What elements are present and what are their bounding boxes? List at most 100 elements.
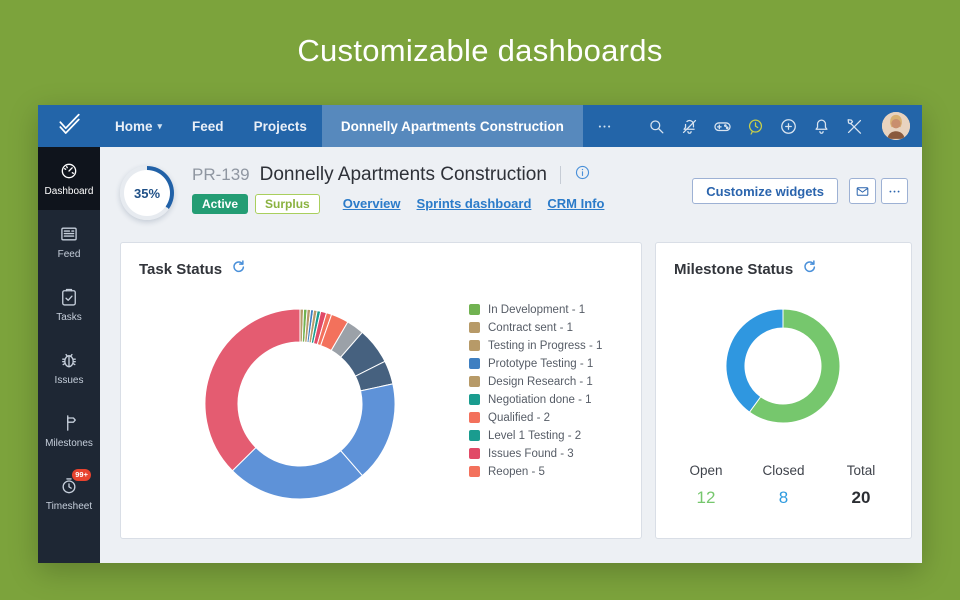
screenshot-stage: Customizable dashboards Home▾FeedProject… [0,0,960,600]
sidebar-item-tasks[interactable]: Tasks [38,273,100,336]
nav-item-feed[interactable]: Feed [177,105,239,147]
more-tabs-icon[interactable] [583,105,626,147]
status-badges: Active Surplus [192,195,327,213]
avatar-photo [882,112,910,140]
refresh-icon[interactable] [231,259,246,274]
stat-label: Closed [758,463,810,478]
tasks-icon [59,287,79,307]
plus-circle-icon[interactable] [779,117,798,136]
sidebar-item-feed[interactable]: Feed [38,210,100,273]
donut-segment-unlabeled-blue-2[interactable] [232,448,362,499]
task-status-card: Task Status In Development - 1 Contract s… [120,242,642,539]
task-status-title: Task Status [139,261,222,278]
legend-label: Qualified - 2 [488,412,550,424]
refresh-icon[interactable] [802,259,817,274]
sidebar-item-label: Tasks [56,312,82,323]
timer-icon[interactable] [746,117,765,136]
app-window: Home ▾ Feed Projects Donnelly Apartments Co… [38,105,922,563]
legend-label: Contract sent - 1 [488,322,573,334]
gamepad-icon[interactable] [713,117,732,136]
legend-label: Reopen - 5 [488,466,545,478]
legend-label: Level 1 Testing - 2 [488,430,581,442]
user-avatar[interactable] [882,112,910,140]
legend-item[interactable]: Level 1 Testing - 2 [469,430,602,442]
feed-icon [59,224,79,244]
more-icon [887,184,902,199]
nav-item-label: Home [115,119,153,134]
stat-open: Open12 [680,463,732,508]
bell-slash-icon[interactable] [680,117,699,136]
nav-item-projects[interactable]: Projects [239,105,322,147]
refresh-icon-slot [802,259,817,279]
nav-item-home[interactable]: Home ▾ [100,105,177,147]
top-navbar: Home ▾ Feed Projects Donnelly Apartments Co… [38,105,922,147]
legend-label: Design Research - 1 [488,376,593,388]
caret-down-icon: ▾ [158,121,163,132]
legend-item[interactable]: Qualified - 2 [469,412,602,424]
issues-icon [59,350,79,370]
sidebar-item-label: Dashboard [45,186,94,197]
legend-item[interactable]: Reopen - 5 [469,466,602,478]
navbar-icons [647,105,922,147]
link-crm-info[interactable]: CRM Info [547,196,604,211]
legend-swatch [469,358,480,369]
bell-icon[interactable] [812,117,831,136]
stat-label: Total [835,463,887,478]
task-status-donut-chart[interactable] [135,299,465,529]
search-icon[interactable] [647,117,666,136]
progress-value: 35% [120,166,174,220]
nav-item-label: Projects [254,119,307,134]
mail-button[interactable] [849,178,876,204]
sidebar-item-issues[interactable]: Issues [38,336,100,399]
tools-icon[interactable] [845,117,864,136]
legend-item[interactable]: In Development - 1 [469,304,602,316]
legend-label: Prototype Testing - 1 [488,358,593,370]
donut-segment-closed[interactable] [726,309,783,412]
legend-label: Issues Found - 3 [488,448,574,460]
dashboard-icon [59,161,79,181]
legend-label: Testing in Progress - 1 [488,340,602,352]
legend-item[interactable]: Prototype Testing - 1 [469,358,602,370]
legend-swatch [469,448,480,459]
legend-swatch [469,304,480,315]
link-sprints-dashboard[interactable]: Sprints dashboard [417,196,532,211]
legend-item[interactable]: Design Research - 1 [469,376,602,388]
link-overview[interactable]: Overview [343,196,401,211]
milestone-status-donut-chart[interactable] [713,296,853,436]
project-header: 35% PR-139 Donnelly Apartments Construct… [100,147,922,242]
legend-item[interactable]: Testing in Progress - 1 [469,340,602,352]
legend-swatch [469,466,480,477]
legend-item[interactable]: Issues Found - 3 [469,448,602,460]
legend-swatch [469,376,480,387]
main-area: 35% PR-139 Donnelly Apartments Construct… [100,147,922,563]
donut-segment-unlabeled-rose[interactable] [205,309,300,471]
info-icon-slot [574,164,591,186]
customize-widgets-button[interactable]: Customize widgets [692,178,838,204]
left-sidebar: Dashboard Feed Tasks Issues MilestonesTimesh… [38,147,100,563]
project-progress-ring: 35% [120,166,174,220]
refresh-icon-slot [231,259,246,279]
project-title: Donnelly Apartments Construction [260,164,547,186]
sidebar-item-milestones[interactable]: Milestones [38,399,100,462]
legend-item[interactable]: Negotiation done - 1 [469,394,602,406]
status-badge-surplus: Surplus [255,194,320,214]
stat-label: Open [680,463,732,478]
legend-swatch [469,430,480,441]
tab-project[interactable]: Donnelly Apartments Construction [322,105,583,147]
header-controls: Customize widgets [692,178,908,204]
info-icon[interactable] [574,164,591,181]
divider [560,166,561,184]
app-logo[interactable] [38,105,100,147]
sidebar-item-timesheet[interactable]: Timesheet99+ [38,462,100,525]
status-badge-active: Active [192,194,248,214]
sidebar-item-label: Issues [55,375,84,386]
legend-swatch [469,322,480,333]
nav-item-label: Feed [192,119,224,134]
task-status-legend: In Development - 1 Contract sent - 1 Testi… [469,304,602,478]
legend-item[interactable]: Contract sent - 1 [469,322,602,334]
sidebar-item-dashboard[interactable]: Dashboard [38,147,100,210]
more-icon [596,118,613,135]
project-id: PR-139 [192,165,250,185]
milestone-status-card: Milestone Status Open12Closed8Total20 [655,242,912,539]
more-options-button[interactable] [881,178,908,204]
